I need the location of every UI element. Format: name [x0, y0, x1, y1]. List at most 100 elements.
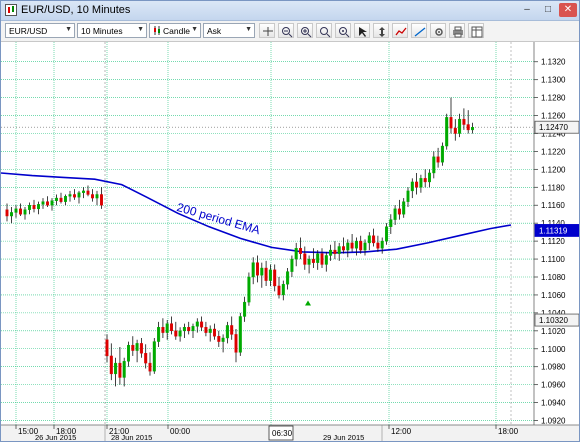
candle-body [251, 262, 255, 278]
candle-body [466, 124, 470, 131]
instrument-select[interactable]: EUR/USD ▼ [5, 23, 75, 38]
time-tick-label: 00:00 [170, 427, 191, 436]
select-button[interactable] [354, 23, 370, 38]
candle-body [135, 343, 139, 351]
pan-button[interactable] [373, 23, 389, 38]
candle-body [208, 328, 212, 333]
candle-body [68, 194, 72, 197]
candle-body [286, 271, 290, 285]
side-select[interactable]: Ask ▼ [203, 23, 255, 38]
candle-body [410, 181, 414, 192]
price-marker-label: 1.11319 [539, 226, 568, 235]
candle-body [281, 283, 285, 296]
candle-body [380, 240, 384, 249]
candle-body [376, 242, 380, 249]
instrument-value: EUR/USD [9, 26, 48, 36]
close-button[interactable]: ✕ [559, 3, 577, 17]
table-button[interactable] [468, 23, 484, 38]
indicators-button[interactable] [392, 23, 408, 38]
candle-body [290, 258, 294, 272]
candle-body [217, 336, 221, 342]
zoom-reset-button[interactable] [335, 23, 351, 38]
candle-body [453, 127, 457, 134]
candle-body [299, 248, 303, 254]
zoom-out-button[interactable] [278, 23, 294, 38]
pan-icon [379, 27, 385, 37]
price-tick-label: 1.1200 [541, 165, 566, 174]
price-tick-label: 1.1320 [541, 58, 566, 67]
candle-body [41, 201, 45, 205]
time-axis[interactable]: 15:00 18:00 21:00 00:00 12:00 18:0026 Jun 201… [1, 424, 579, 441]
candle-body [139, 343, 143, 354]
candle-body [200, 321, 204, 328]
chart-type-select[interactable]: Candle ▼ [149, 23, 201, 38]
table-icon [471, 26, 483, 38]
chevron-down-icon: ▼ [191, 26, 198, 33]
zoom-out-icon [282, 27, 293, 38]
chart-toolbar: EUR/USD ▼ 10 Minutes ▼ Candle ▼ Ask ▼ [1, 21, 579, 42]
price-tick-label: 1.0960 [541, 381, 566, 390]
drawing-button[interactable] [411, 23, 427, 38]
price-tick-label: 1.1120 [541, 237, 565, 246]
print-button[interactable] [449, 23, 465, 38]
candle-body [247, 276, 251, 303]
candle-body [114, 362, 118, 375]
candle-body [367, 235, 371, 244]
price-axis[interactable]: 1.0920 1.0940 1.0960 1.0980 1.1000 1.1020 1.10… [533, 42, 579, 441]
candle-body [212, 328, 216, 337]
price-tick-label: 1.1180 [541, 183, 565, 192]
candle-body [191, 326, 195, 332]
candle-body [238, 316, 242, 353]
candle-body [46, 201, 50, 206]
chart-window: EUR/USD, 10 Minutes – □ ✕ EUR/USD ▼ 10 M… [0, 0, 580, 442]
candle-body [350, 242, 354, 249]
price-tick-label: 1.1020 [541, 327, 566, 336]
settings-button[interactable] [430, 23, 446, 38]
price-tick-label: 1.1260 [541, 112, 566, 121]
candle-body [440, 145, 444, 163]
candle-body [273, 269, 277, 287]
title-bar[interactable]: EUR/USD, 10 Minutes – □ ✕ [1, 1, 579, 21]
candle-body [230, 325, 234, 335]
candle-body [204, 327, 208, 333]
price-marker-label: 1.12470 [539, 123, 568, 132]
candle-body [385, 226, 389, 242]
candle-body [157, 327, 161, 342]
maximize-button[interactable]: □ [540, 3, 556, 17]
candle-body [152, 341, 156, 372]
period-separator-button[interactable] [259, 23, 275, 38]
candle-body [86, 190, 90, 195]
candle-body [458, 118, 462, 134]
candle-body [307, 258, 311, 265]
candle-body [324, 255, 328, 265]
candle-body [148, 362, 152, 372]
zoom-in-button[interactable] [297, 23, 313, 38]
minimize-button[interactable]: – [519, 3, 535, 17]
candle-body [144, 353, 148, 364]
settings-icon [435, 28, 443, 36]
select-icon [359, 27, 367, 37]
price-tick-label: 1.1080 [541, 273, 566, 282]
candle-body [346, 242, 350, 251]
zoom-in-alt-button[interactable] [316, 23, 332, 38]
candle-body [268, 269, 272, 281]
candle-body [243, 301, 247, 317]
candle-body [55, 197, 59, 201]
period-select[interactable]: 10 Minutes ▼ [77, 23, 147, 38]
candle-body [187, 327, 191, 332]
candle-body [234, 334, 238, 353]
date-label: 29 Jun 2015 [323, 433, 364, 441]
time-tick-label: 18:00 [498, 427, 519, 436]
candle-body [363, 242, 367, 251]
candle-body [436, 156, 440, 163]
candle-body [277, 285, 281, 296]
candle-body [50, 200, 54, 206]
candle-body [359, 240, 363, 251]
candle-body [354, 240, 358, 249]
candle-body [118, 362, 122, 378]
candle-body [28, 205, 32, 210]
price-chart[interactable]: 200 period EMA 1.09201.09401.09601.09801… [1, 42, 579, 441]
candle-body [9, 212, 13, 217]
drawing-icon [414, 27, 426, 37]
candle-body [109, 355, 113, 375]
